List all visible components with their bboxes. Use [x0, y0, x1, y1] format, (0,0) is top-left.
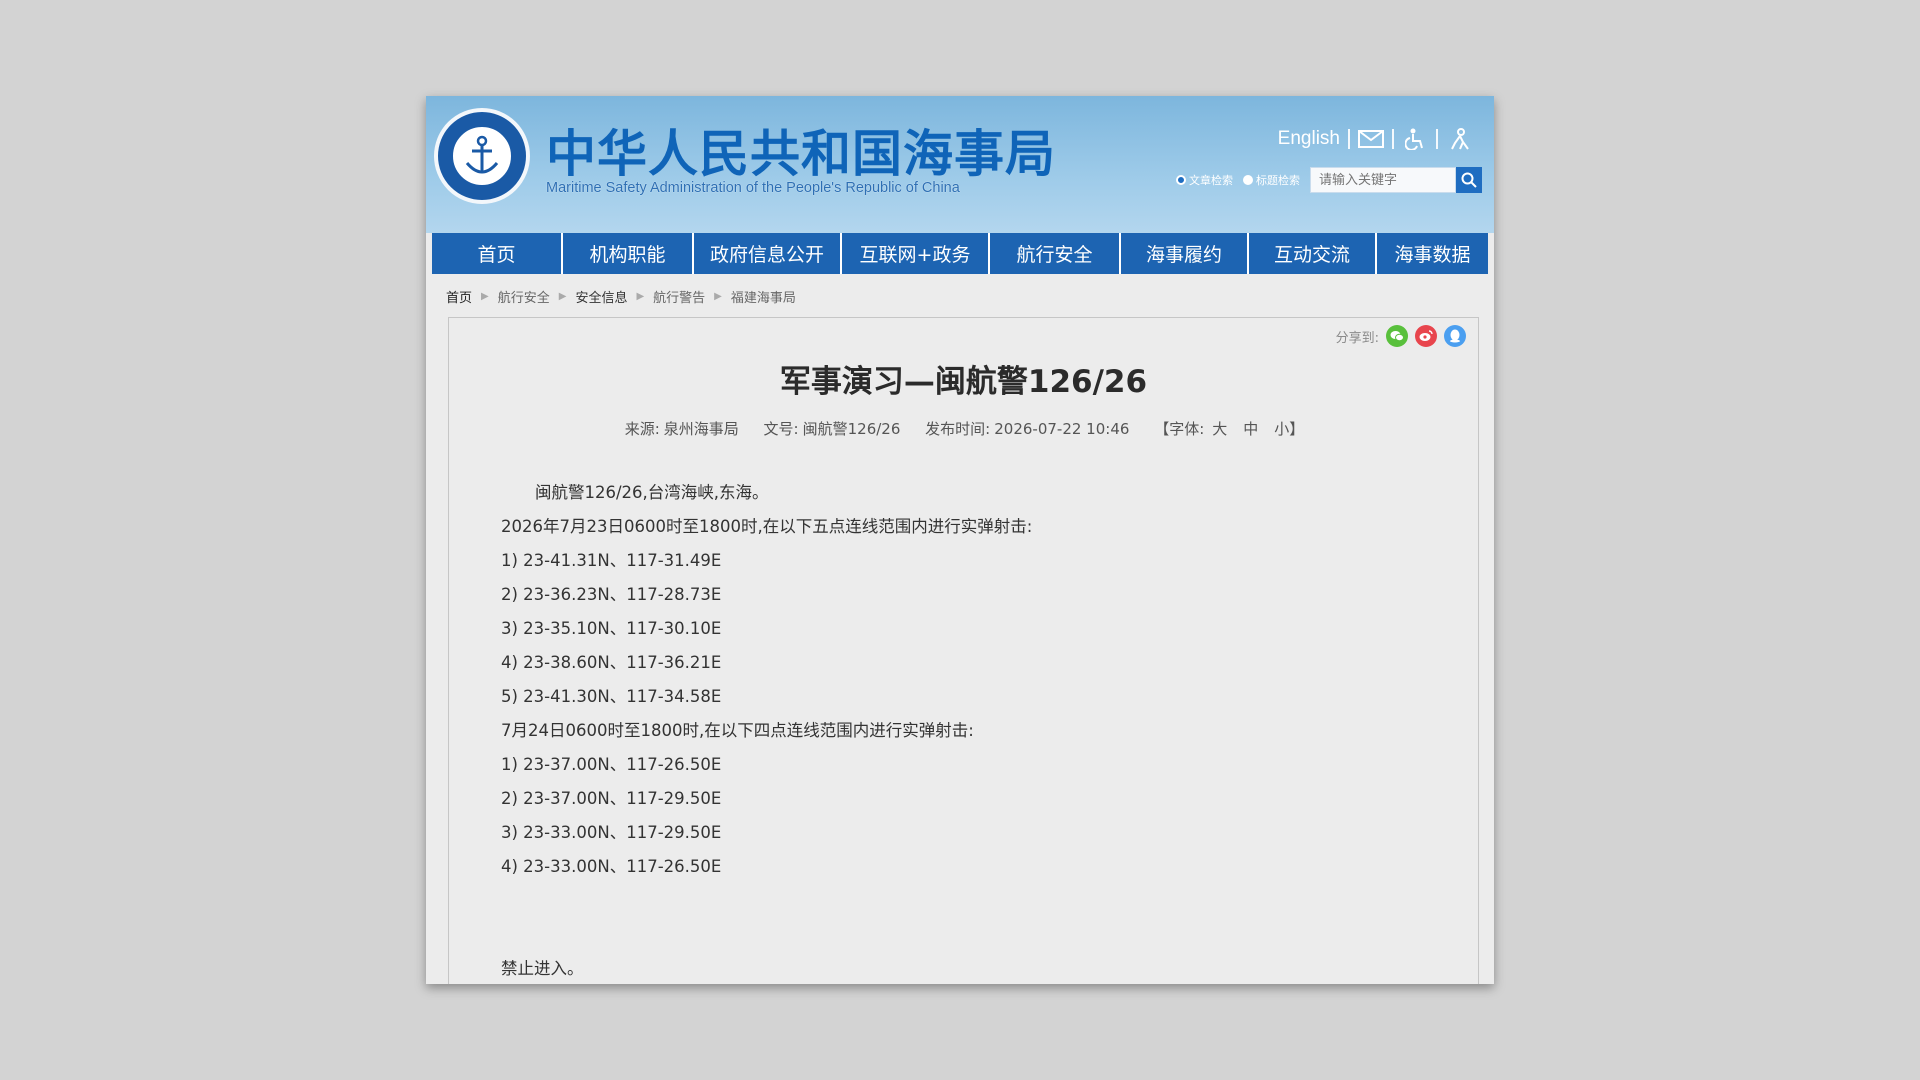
search-button[interactable]	[1456, 167, 1482, 193]
meta-time-label: 发布时间:	[925, 420, 991, 438]
nav-item-functions[interactable]: 机构职能	[563, 233, 694, 274]
radio-label: 文章检索	[1189, 174, 1233, 187]
divider	[1392, 129, 1394, 149]
article-section-2: 7月24日0600时至1800时,在以下四点连线范围内进行实弹射击:	[501, 721, 974, 740]
meta-doc-label: 文号:	[763, 420, 799, 438]
breadcrumb-safety-info[interactable]: 安全信息	[575, 287, 627, 306]
nav-item-internet-services[interactable]: 互联网+政务	[842, 233, 990, 274]
wechat-share-icon[interactable]	[1386, 325, 1408, 347]
breadcrumb-home[interactable]: 首页	[446, 287, 472, 306]
breadcrumb: 首页 ▶ 航行安全 ▶ 安全信息 ▶ 航行警告 ▶ 福建海事局	[446, 286, 796, 306]
share-label: 分享到:	[1335, 330, 1379, 346]
meta-doc-value: 闽航警126/26	[802, 420, 901, 438]
nav-item-home[interactable]: 首页	[432, 233, 563, 274]
coordinate-line: 2) 23-36.23N、117-28.73E	[501, 585, 722, 604]
radio-label: 标题检索	[1256, 174, 1300, 187]
coordinate-line: 1) 23-41.31N、117-31.49E	[501, 551, 722, 570]
breadcrumb-fujian-msa[interactable]: 福建海事局	[731, 287, 796, 306]
meta-source-value: 泉州海事局	[663, 420, 739, 438]
article-intro: 闽航警126/26,台湾海峡,东海。	[535, 483, 769, 502]
meta-source-label: 来源:	[624, 420, 660, 438]
coordinate-line: 4) 23-38.60N、117-36.21E	[501, 653, 722, 672]
meta-source: 来源: 泉州海事局	[625, 420, 739, 438]
meta-time: 发布时间: 2026-07-22 10:46	[925, 420, 1129, 438]
main-nav: 首页 机构职能 政府信息公开 互联网+政务 航行安全 海事履约 互动交流 海事数…	[432, 233, 1488, 274]
top-links: English	[1278, 126, 1472, 152]
chevron-right-icon: ▶	[714, 290, 722, 302]
divider	[1348, 129, 1350, 149]
english-link[interactable]: English	[1278, 128, 1340, 150]
breadcrumb-nav-warnings[interactable]: 航行警告	[653, 287, 705, 306]
coordinate-line: 4) 23-33.00N、117-26.50E	[501, 857, 722, 876]
radio-title-search[interactable]: 标题检索	[1243, 172, 1300, 188]
chevron-right-icon: ▶	[636, 290, 645, 302]
article-closing: 禁止进入。	[501, 959, 584, 978]
meta-time-value: 2026-07-22 10:46	[994, 420, 1130, 438]
site-header: 中华人民共和国海事局 Maritime Safety Administratio…	[426, 96, 1494, 233]
search-input[interactable]	[1310, 167, 1456, 193]
chevron-right-icon: ▶	[558, 290, 567, 302]
mail-icon[interactable]	[1358, 127, 1384, 151]
share-row: 分享到:	[1336, 325, 1466, 347]
divider	[1436, 129, 1438, 149]
search-row: 文章检索 标题检索	[1176, 166, 1482, 194]
article-body: 闽航警126/26,台湾海峡,东海。 2026年7月23日0600时至1800时…	[501, 476, 1032, 984]
font-size-large-link[interactable]: 大	[1212, 420, 1227, 438]
coordinate-line: 5) 23-41.30N、117-34.58E	[501, 687, 722, 706]
radio-article-search[interactable]: 文章检索	[1176, 172, 1233, 188]
chevron-right-icon: ▶	[481, 290, 489, 302]
meta-doc-no: 文号: 闽航警126/26	[764, 420, 901, 438]
font-size-small-link[interactable]: 小】	[1274, 420, 1304, 438]
coordinate-line: 3) 23-35.10N、117-30.10E	[501, 619, 722, 638]
coordinate-line: 3) 23-33.00N、117-29.50E	[501, 823, 722, 842]
nav-item-data[interactable]: 海事数据	[1377, 233, 1488, 274]
site-subtitle: Maritime Safety Administration of the Pe…	[546, 180, 960, 196]
radio-selected-icon	[1176, 175, 1186, 185]
nav-item-navigation-safety[interactable]: 航行安全	[990, 233, 1121, 274]
article-section-1: 2026年7月23日0600时至1800时,在以下五点连线范围内进行实弹射击:	[501, 517, 1033, 536]
meta-font-label: 【字体:	[1154, 420, 1205, 438]
radio-unselected-icon	[1243, 175, 1253, 185]
font-size-medium-link[interactable]: 中	[1243, 420, 1258, 438]
article-meta: 来源: 泉州海事局 文号: 闽航警126/26 发布时间: 2026-07-22 10…	[449, 418, 1478, 439]
nav-item-compliance[interactable]: 海事履约	[1121, 233, 1249, 274]
coordinate-line: 2) 23-37.00N、117-29.50E	[501, 789, 722, 808]
nav-item-interaction[interactable]: 互动交流	[1249, 233, 1377, 274]
nav-item-gov-info[interactable]: 政府信息公开	[694, 233, 842, 274]
anchor-icon	[465, 135, 499, 174]
search-icon	[1461, 172, 1477, 188]
msa-emblem-logo[interactable]	[434, 108, 530, 204]
weibo-share-icon[interactable]	[1415, 325, 1437, 347]
breadcrumb-navigation-safety[interactable]: 航行安全	[498, 287, 550, 306]
article-panel: 分享到: 军事演习—闽航警126/26 来源: 泉州海事局 文号: 闽航警126/2…	[448, 317, 1479, 984]
article-title: 军事演习—闽航警126/26	[779, 364, 1148, 400]
elder-mode-icon[interactable]	[1446, 127, 1472, 151]
browser-screenshot: 中华人民共和国海事局 Maritime Safety Administratio…	[426, 96, 1494, 984]
coordinate-line: 1) 23-37.00N、117-26.50E	[501, 755, 722, 774]
emblem-inner	[451, 125, 513, 187]
site-title: 中华人民共和国海事局	[546, 125, 1056, 183]
qq-share-icon[interactable]	[1444, 325, 1466, 347]
accessibility-icon[interactable]	[1402, 127, 1428, 151]
